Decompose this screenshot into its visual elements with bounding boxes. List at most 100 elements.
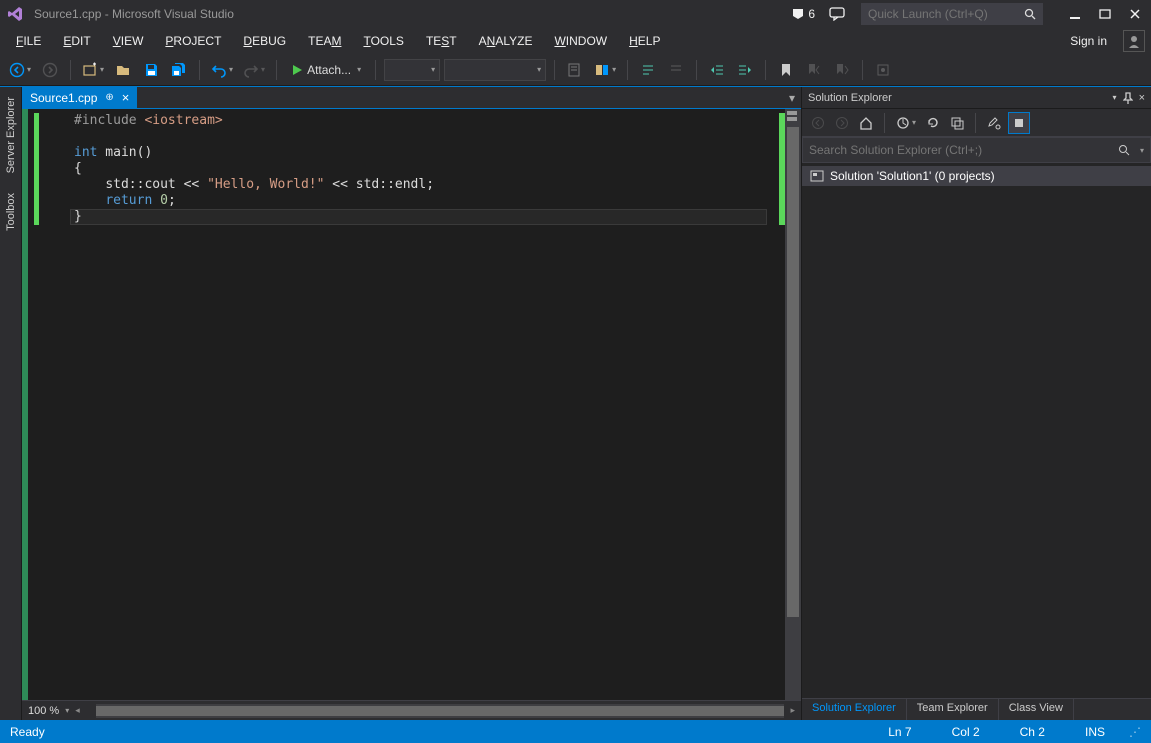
se-search-field[interactable]: [809, 143, 1144, 157]
save-button[interactable]: [139, 58, 163, 82]
menu-tools[interactable]: TOOLS: [353, 31, 413, 51]
search-icon: [1024, 8, 1036, 20]
code-line[interactable]: −int main(): [70, 145, 767, 161]
editor-tab-label: Source1.cpp: [30, 91, 97, 105]
se-showall-button[interactable]: [1008, 112, 1030, 134]
next-bookmark-button[interactable]: [830, 58, 854, 82]
menu-view[interactable]: VIEW: [103, 31, 154, 51]
status-ch: Ch 2: [1020, 725, 1045, 739]
tab-class-view[interactable]: Class View: [999, 699, 1074, 720]
resize-grip-icon[interactable]: ⋰: [1129, 725, 1141, 739]
horizontal-scrollbar[interactable]: [96, 704, 785, 718]
se-back-button[interactable]: [808, 112, 828, 134]
menu-debug[interactable]: DEBUG: [233, 31, 296, 51]
editor-area: Source1.cpp ⊕ × ▾ #include <iostream>−in…: [22, 87, 801, 720]
feedback-icon[interactable]: [829, 7, 845, 21]
attach-debug-button[interactable]: Attach... ▾: [285, 58, 367, 82]
extension-button[interactable]: [871, 58, 895, 82]
status-col: Col 2: [952, 725, 980, 739]
new-project-button[interactable]: ▾: [79, 58, 107, 82]
nav-back-button[interactable]: ▾: [6, 58, 34, 82]
prev-bookmark-button[interactable]: [802, 58, 826, 82]
editor-tab-active[interactable]: Source1.cpp ⊕ ×: [22, 87, 137, 108]
menu-edit[interactable]: EDIT: [53, 31, 100, 51]
editor-right-margin: [767, 109, 785, 700]
menubar: FILE EDIT VIEW PROJECT DEBUG TEAM TOOLS …: [0, 28, 1151, 54]
vertical-scrollbar[interactable]: [785, 109, 801, 700]
solution-explorer-panel: Solution Explorer ▾ × ▾ ▾ Solut: [801, 87, 1151, 720]
save-all-button[interactable]: [167, 58, 191, 82]
code-line[interactable]: return 0;: [70, 193, 767, 209]
panel-pin-icon[interactable]: [1123, 92, 1133, 104]
se-collapse-button[interactable]: [947, 112, 967, 134]
menu-test[interactable]: TEST: [416, 31, 467, 51]
nav-forward-button[interactable]: [38, 58, 62, 82]
pin-icon[interactable]: ⊕: [105, 92, 113, 103]
titlebar: Source1.cpp - Microsoft Visual Studio 6: [0, 0, 1151, 28]
code-line[interactable]: [70, 129, 767, 145]
open-file-button[interactable]: [111, 58, 135, 82]
zoom-dropdown-icon[interactable]: ▾: [65, 706, 69, 715]
notifications-badge[interactable]: 6: [792, 7, 815, 21]
solution-tree[interactable]: Solution 'Solution1' (0 projects): [802, 163, 1151, 698]
status-ready: Ready: [10, 725, 45, 739]
se-search-input[interactable]: ▾: [802, 137, 1151, 163]
quick-launch-input[interactable]: [861, 3, 1043, 25]
bookmark-button[interactable]: [774, 58, 798, 82]
status-ins[interactable]: INS: [1085, 725, 1105, 739]
menu-analyze[interactable]: ANALYZE: [469, 31, 543, 51]
decrease-indent-button[interactable]: [705, 58, 729, 82]
code-content[interactable]: #include <iostream>−int main(){ std::cou…: [70, 109, 767, 700]
rail-server-explorer[interactable]: Server Explorer: [3, 91, 19, 179]
menu-help[interactable]: HELP: [619, 31, 670, 51]
uncomment-button[interactable]: [664, 58, 688, 82]
code-line[interactable]: #include <iostream>: [70, 113, 767, 129]
solution-config-combo[interactable]: ▾: [384, 59, 440, 81]
user-avatar-icon[interactable]: [1123, 30, 1145, 52]
code-line[interactable]: }: [70, 209, 767, 225]
find-in-files-button[interactable]: [563, 58, 587, 82]
se-properties-button[interactable]: [984, 112, 1004, 134]
se-refresh-button[interactable]: [923, 112, 943, 134]
menu-window[interactable]: WINDOW: [544, 31, 617, 51]
panel-title: Solution Explorer: [808, 92, 892, 104]
panel-close-icon[interactable]: ×: [1139, 92, 1145, 104]
solution-platform-combo[interactable]: ▾: [444, 59, 546, 81]
sign-in-link[interactable]: Sign in: [1060, 31, 1117, 51]
panel-header: Solution Explorer ▾ ×: [802, 87, 1151, 109]
split-editor-icon[interactable]: [785, 109, 801, 125]
toggle-button-a[interactable]: ▾: [591, 58, 619, 82]
undo-button[interactable]: ▾: [208, 58, 236, 82]
redo-button[interactable]: ▾: [240, 58, 268, 82]
code-line[interactable]: {: [70, 161, 767, 177]
code-line[interactable]: std::cout << "Hello, World!" << std::end…: [70, 177, 767, 193]
panel-options-icon[interactable]: ▾: [1113, 93, 1117, 102]
close-tab-icon[interactable]: ×: [122, 90, 130, 105]
status-line: Ln 7: [888, 725, 911, 739]
menu-file[interactable]: FILE: [6, 31, 51, 51]
notifications-count: 6: [808, 7, 815, 21]
close-button[interactable]: [1125, 4, 1145, 24]
solution-root-label: Solution 'Solution1' (0 projects): [830, 169, 995, 183]
menu-team[interactable]: TEAM: [298, 31, 351, 51]
play-icon: [291, 64, 303, 76]
solution-root-row[interactable]: Solution 'Solution1' (0 projects): [802, 166, 1151, 186]
se-home-button[interactable]: [856, 112, 876, 134]
se-sync-button[interactable]: ▾: [893, 112, 919, 134]
search-options-icon[interactable]: ▾: [1140, 146, 1144, 155]
se-forward-button[interactable]: [832, 112, 852, 134]
maximize-button[interactable]: [1095, 4, 1115, 24]
window-title: Source1.cpp - Microsoft Visual Studio: [34, 7, 234, 21]
tab-team-explorer[interactable]: Team Explorer: [907, 699, 999, 720]
quick-launch-field[interactable]: [868, 7, 1036, 21]
comment-out-button[interactable]: [636, 58, 660, 82]
panel-toolbar: ▾: [802, 109, 1151, 137]
code-editor[interactable]: #include <iostream>−int main(){ std::cou…: [22, 109, 801, 700]
tabs-overflow-button[interactable]: ▾: [783, 87, 801, 108]
menu-project[interactable]: PROJECT: [155, 31, 231, 51]
zoom-level[interactable]: 100 %: [28, 705, 59, 717]
minimize-button[interactable]: [1065, 4, 1085, 24]
increase-indent-button[interactable]: [733, 58, 757, 82]
tab-solution-explorer[interactable]: Solution Explorer: [802, 699, 907, 720]
rail-toolbox[interactable]: Toolbox: [3, 187, 19, 237]
